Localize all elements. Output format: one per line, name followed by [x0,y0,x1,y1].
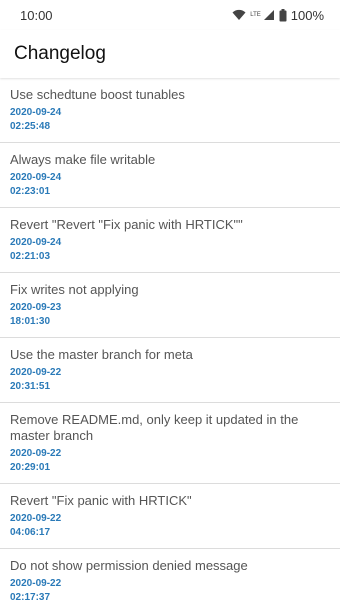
commit-time: 18:01:30 [10,316,51,327]
cell-signal-icon [263,10,274,20]
list-item[interactable]: Do not show permission denied message 20… [0,549,340,604]
list-item[interactable]: Revert "Fix panic with HRTICK" 2020-09-2… [0,484,340,549]
commit-title: Remove README.md, only keep it updated i… [10,412,299,443]
commit-title: Always make file writable [10,152,156,167]
commit-date: 2020-09-23 [10,302,62,313]
app-bar: Changelog [0,30,340,78]
commit-time: 04:06:17 [10,527,51,538]
battery-percent: 100% [290,7,324,23]
list-item[interactable]: Fix writes not applying 2020-09-23 18:01… [0,273,340,338]
commit-time: 02:25:48 [10,121,51,132]
commit-title: Use the master branch for meta [10,347,193,362]
status-indicators: LTE 100% [232,8,324,23]
commit-date: 2020-09-24 [10,172,62,183]
page-title: Changelog [14,43,106,64]
list-item[interactable]: Remove README.md, only keep it updated i… [0,403,340,484]
commit-date: 2020-09-24 [10,107,62,118]
status-bar: 10:00 LTE 100% [0,0,340,30]
commit-time: 20:29:01 [10,462,51,473]
list-item[interactable]: Use the master branch for meta 2020-09-2… [0,338,340,403]
commit-title: Revert "Revert "Fix panic with HRTICK"" [10,217,243,232]
commit-date: 2020-09-24 [10,237,62,248]
clock: 10:00 [20,7,53,23]
wifi-icon [232,9,246,20]
commit-title: Fix writes not applying [10,282,139,297]
commit-time: 02:21:03 [10,251,51,262]
commit-title: Use schedtune boost tunables [10,87,185,102]
commit-title: Do not show permission denied message [10,558,248,573]
network-type-label: LTE [250,11,261,18]
commit-time: 02:17:37 [10,592,51,603]
commit-date: 2020-09-22 [10,513,62,524]
commit-time: 20:31:51 [10,381,51,392]
battery-icon [279,8,287,21]
changelog-list[interactable]: Use schedtune boost tunables 2020-09-24 … [0,78,340,604]
commit-time: 02:23:01 [10,186,51,197]
list-item[interactable]: Revert "Revert "Fix panic with HRTICK"" … [0,208,340,273]
commit-date: 2020-09-22 [10,448,62,459]
commit-title: Revert "Fix panic with HRTICK" [10,493,192,508]
list-item[interactable]: Always make file writable 2020-09-24 02:… [0,143,340,208]
commit-date: 2020-09-22 [10,367,62,378]
list-item[interactable]: Use schedtune boost tunables 2020-09-24 … [0,78,340,143]
commit-date: 2020-09-22 [10,578,62,589]
